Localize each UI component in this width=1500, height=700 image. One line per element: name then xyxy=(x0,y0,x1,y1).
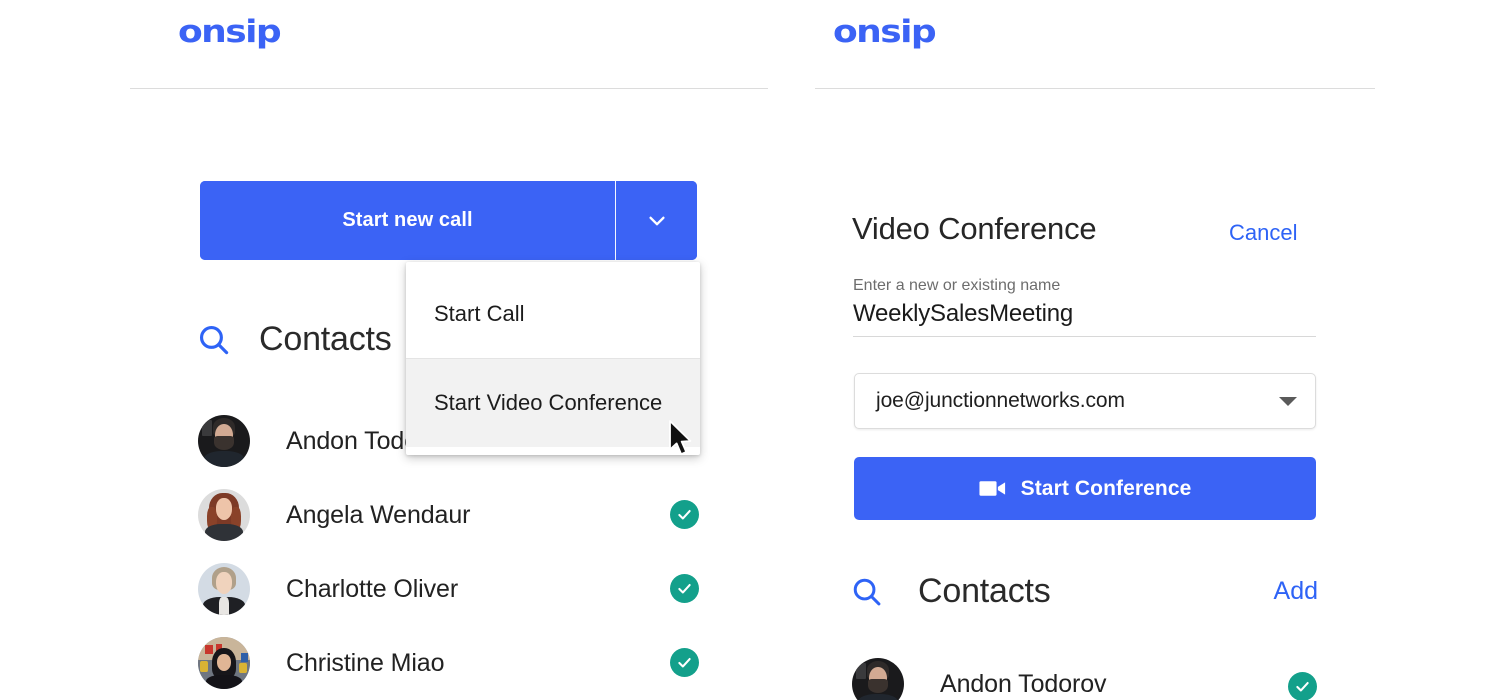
check-icon xyxy=(1296,681,1309,692)
split-button-divider xyxy=(615,181,616,260)
screenshot-root: onsip Start new call Contacts Andon Todo… xyxy=(0,0,1500,700)
contact-name: Christine Miao xyxy=(286,648,445,677)
search-icon[interactable] xyxy=(196,322,232,358)
onsip-logo-left: onsip xyxy=(178,13,282,51)
video-conference-title: Video Conference xyxy=(852,211,1097,246)
account-select-value: joe@junctionnetworks.com xyxy=(876,389,1125,412)
contact-row[interactable]: Andon Todorov xyxy=(852,655,1320,700)
contact-row[interactable]: Charlotte Oliver xyxy=(198,560,698,618)
conference-name-field-wrap xyxy=(853,300,1316,337)
start-conference-label: Start Conference xyxy=(1020,476,1192,500)
menu-item-label: Start Call xyxy=(434,301,525,326)
add-contact-link[interactable]: Add xyxy=(1274,577,1318,606)
start-new-call-split-button[interactable]: Start new call xyxy=(200,181,697,260)
cancel-link[interactable]: Cancel xyxy=(1229,220,1297,246)
left-panel: onsip Start new call Contacts Andon Todo… xyxy=(0,0,790,700)
start-new-call-button[interactable]: Start new call xyxy=(200,181,615,260)
contact-name: Angela Wendaur xyxy=(286,500,471,529)
menu-item-label: Start Video Conference xyxy=(434,390,663,415)
conference-name-label: Enter a new or existing name xyxy=(853,277,1061,294)
search-icon[interactable] xyxy=(850,575,884,609)
avatar xyxy=(198,489,250,541)
contacts-title-left: Contacts xyxy=(259,320,392,358)
contact-row[interactable]: Christine Miao xyxy=(198,634,698,692)
check-icon xyxy=(678,583,691,594)
chevron-down-icon xyxy=(648,216,665,225)
contact-name: Charlotte Oliver xyxy=(286,574,459,603)
contact-name: Andon Todorov xyxy=(940,669,1107,698)
check-icon xyxy=(678,657,691,668)
avatar xyxy=(198,637,250,689)
status-badge xyxy=(1288,672,1317,700)
status-badge xyxy=(670,574,699,603)
video-camera-icon xyxy=(979,481,1005,496)
account-select[interactable]: joe@junctionnetworks.com xyxy=(854,373,1316,429)
status-badge xyxy=(670,500,699,529)
start-new-call-dropdown-toggle[interactable] xyxy=(616,181,697,260)
header-divider-left xyxy=(130,88,768,89)
start-conference-button[interactable]: Start Conference xyxy=(854,457,1316,520)
contact-row[interactable]: Angela Wendaur xyxy=(198,486,698,544)
start-call-dropdown-menu[interactable]: Start Call Start Video Conference xyxy=(406,262,700,455)
status-badge xyxy=(670,648,699,677)
input-underline xyxy=(853,336,1316,337)
menu-item-start-video-conference[interactable]: Start Video Conference xyxy=(406,359,700,447)
avatar xyxy=(852,658,904,700)
contacts-title-right: Contacts xyxy=(918,572,1051,610)
caret-down-icon xyxy=(1279,396,1297,406)
contacts-header-right: Contacts Add xyxy=(850,572,1318,611)
menu-item-start-call[interactable]: Start Call xyxy=(406,270,700,358)
onsip-logo-right: onsip xyxy=(833,13,937,51)
conference-name-input[interactable] xyxy=(853,300,1316,336)
avatar xyxy=(198,563,250,615)
header-divider-right xyxy=(815,88,1375,89)
avatar xyxy=(198,415,250,467)
check-icon xyxy=(678,509,691,520)
start-new-call-label: Start new call xyxy=(342,209,473,231)
